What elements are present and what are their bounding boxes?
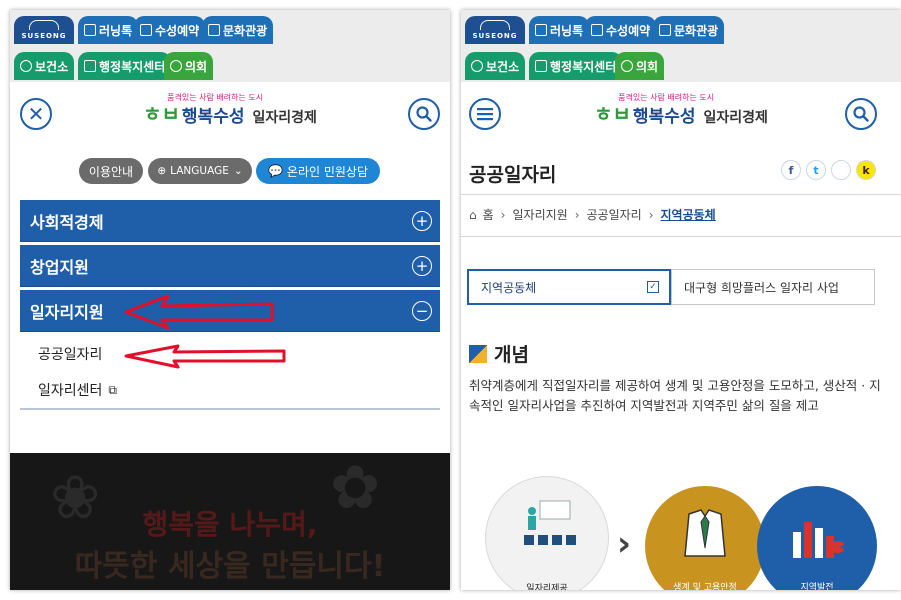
tab-running-talk[interactable]: 러닝톡	[78, 16, 139, 44]
divider	[461, 236, 901, 237]
tab-council[interactable]: 의회	[615, 52, 665, 80]
close-icon: ✕	[27, 102, 45, 126]
banner-line2: 따뜻한 세상을 만듭니다!	[74, 549, 386, 584]
breadcrumb-home[interactable]: 홈	[483, 206, 494, 223]
emblem-icon	[170, 60, 182, 72]
search-icon	[416, 106, 432, 122]
presentation-icon	[524, 500, 576, 545]
circle-job-provision: 일자리제공	[485, 476, 609, 590]
home-icon: ⌂	[469, 207, 477, 222]
submenu-job-center[interactable]: 일자리센터 ⧉	[20, 372, 440, 408]
banner-line1: 행복을 나누며,	[142, 508, 318, 541]
emblem-icon	[621, 60, 633, 72]
check-icon: ✓	[647, 281, 659, 293]
chevron-right-icon: ›	[574, 207, 580, 222]
guide-button[interactable]: 이용안내	[79, 158, 143, 184]
chevron-right-icon: ›	[648, 207, 654, 222]
collapse-icon: −	[412, 301, 432, 321]
tab-running-talk[interactable]: 러닝톡	[529, 16, 590, 44]
online-consult-button[interactable]: 💬 온라인 민원상담	[256, 158, 380, 184]
kakao-share-icon[interactable]: k	[856, 160, 876, 180]
quick-tab-bar: SUSEONG 러닝톡 수성예약 문화관광 보건소 행정복지센터 의회	[10, 10, 450, 82]
twitter-share-icon[interactable]: t	[806, 160, 826, 180]
tab-culture[interactable]: 문화관광	[202, 16, 274, 44]
plus-circle-icon	[20, 60, 32, 72]
suseong-logo-tab[interactable]: SUSEONG	[465, 16, 525, 44]
divider	[461, 194, 901, 195]
menu-startup-support[interactable]: 창업지원 +	[20, 245, 440, 287]
page-title: 공공일자리	[469, 164, 557, 186]
tab-council[interactable]: 의회	[164, 52, 214, 80]
language-select[interactable]: ⊕ LANGUAGE ⌄	[148, 158, 252, 184]
divider	[20, 408, 440, 410]
speech-icon	[84, 60, 96, 72]
facebook-share-icon[interactable]: f	[781, 160, 801, 180]
concept-description: 취약계층에게 직접일자리를 제공하여 생계 및 고용안정을 도모하고, 생산적 …	[469, 378, 881, 413]
house-icon	[480, 20, 510, 30]
house-icon	[29, 20, 59, 30]
circle-regional-development: 지역발전	[757, 486, 877, 590]
hamburger-icon	[477, 108, 493, 121]
tab-welfare-center[interactable]: 행정복지센터	[529, 52, 623, 80]
brand-logo[interactable]: 품격있는 사람 배려하는 도시 ㅎㅂ 행복수성 일자리경제	[143, 93, 317, 127]
speech-icon	[535, 60, 547, 72]
menu-social-economy[interactable]: 사회적경제 +	[20, 200, 440, 242]
header: ✕ 품격있는 사람 배려하는 도시 ㅎㅂ 행복수성 일자리경제	[10, 82, 450, 144]
document-icon	[535, 24, 547, 36]
blog-share-icon[interactable]	[831, 160, 851, 180]
chat-icon: 💬	[267, 164, 283, 178]
document-icon	[84, 24, 96, 36]
promo-banner: ❀ ✿ 행복을 나누며, 따뜻한 세상을 만듭니다!	[10, 453, 450, 590]
globe-icon: ⊕	[157, 165, 167, 177]
section-heading: 개념	[469, 340, 529, 367]
calendar-icon	[140, 24, 152, 36]
camera-icon	[659, 24, 671, 36]
header: 품격있는 사람 배려하는 도시 ㅎㅂ 행복수성 일자리경제	[461, 82, 901, 144]
tab-health-center[interactable]: 보건소	[465, 52, 526, 80]
expand-icon: +	[412, 256, 432, 276]
breadcrumb: ⌂ 홈 › 일자리지원 › 공공일자리 › 지역공동체	[469, 206, 716, 223]
breadcrumb-current[interactable]: 지역공동체	[661, 206, 716, 223]
mobile-menu-panel: SUSEONG 러닝톡 수성예약 문화관광 보건소 행정복지센터 의회 ✕ 품격…	[10, 10, 450, 590]
camera-icon	[208, 24, 220, 36]
tab-hope-plus[interactable]: 대구형 희망플러스 일자리 사업	[671, 269, 875, 305]
tab-culture[interactable]: 문화관광	[653, 16, 725, 44]
page-panel: SUSEONG 러닝톡 수성예약 문화관광 보건소 행정복지센터 의회 품격있는…	[461, 10, 901, 590]
circle-livelihood: 생계 및 고용안정	[645, 486, 765, 590]
menu-button[interactable]	[469, 98, 501, 130]
tab-reservation[interactable]: 수성예약	[134, 16, 206, 44]
plus-circle-icon	[471, 60, 483, 72]
brand-logo[interactable]: 품격있는 사람 배려하는 도시 ㅎㅂ 행복수성 일자리경제	[594, 93, 768, 127]
bar-chart-icon	[793, 522, 844, 558]
chevron-right-icon: ›	[617, 524, 632, 564]
search-button[interactable]	[845, 98, 877, 130]
breadcrumb-public-jobs[interactable]: 공공일자리	[587, 206, 642, 223]
breadcrumb-job-support[interactable]: 일자리지원	[512, 206, 567, 223]
expand-icon: +	[412, 211, 432, 231]
shirt-tie-icon	[684, 509, 726, 557]
tab-health-center[interactable]: 보건소	[14, 52, 75, 80]
calendar-icon	[591, 24, 603, 36]
suseong-logo-tab[interactable]: SUSEONG	[14, 16, 74, 44]
annotation-arrow	[124, 294, 274, 330]
search-icon	[853, 106, 869, 122]
close-button[interactable]: ✕	[20, 98, 52, 130]
chevron-right-icon: ›	[500, 207, 506, 222]
tab-reservation[interactable]: 수성예약	[585, 16, 657, 44]
search-button[interactable]	[408, 98, 440, 130]
tab-welfare-center[interactable]: 행정복지센터	[78, 52, 172, 80]
chevron-down-icon: ⌄	[233, 165, 243, 177]
annotation-arrow	[124, 344, 286, 369]
new-window-icon: ⧉	[108, 382, 117, 397]
heading-bullet-icon	[469, 344, 487, 363]
quick-tab-bar: SUSEONG 러닝톡 수성예약 문화관광 보건소 행정복지센터 의회	[461, 10, 901, 82]
tab-community[interactable]: 지역공동체 ✓	[467, 269, 671, 305]
